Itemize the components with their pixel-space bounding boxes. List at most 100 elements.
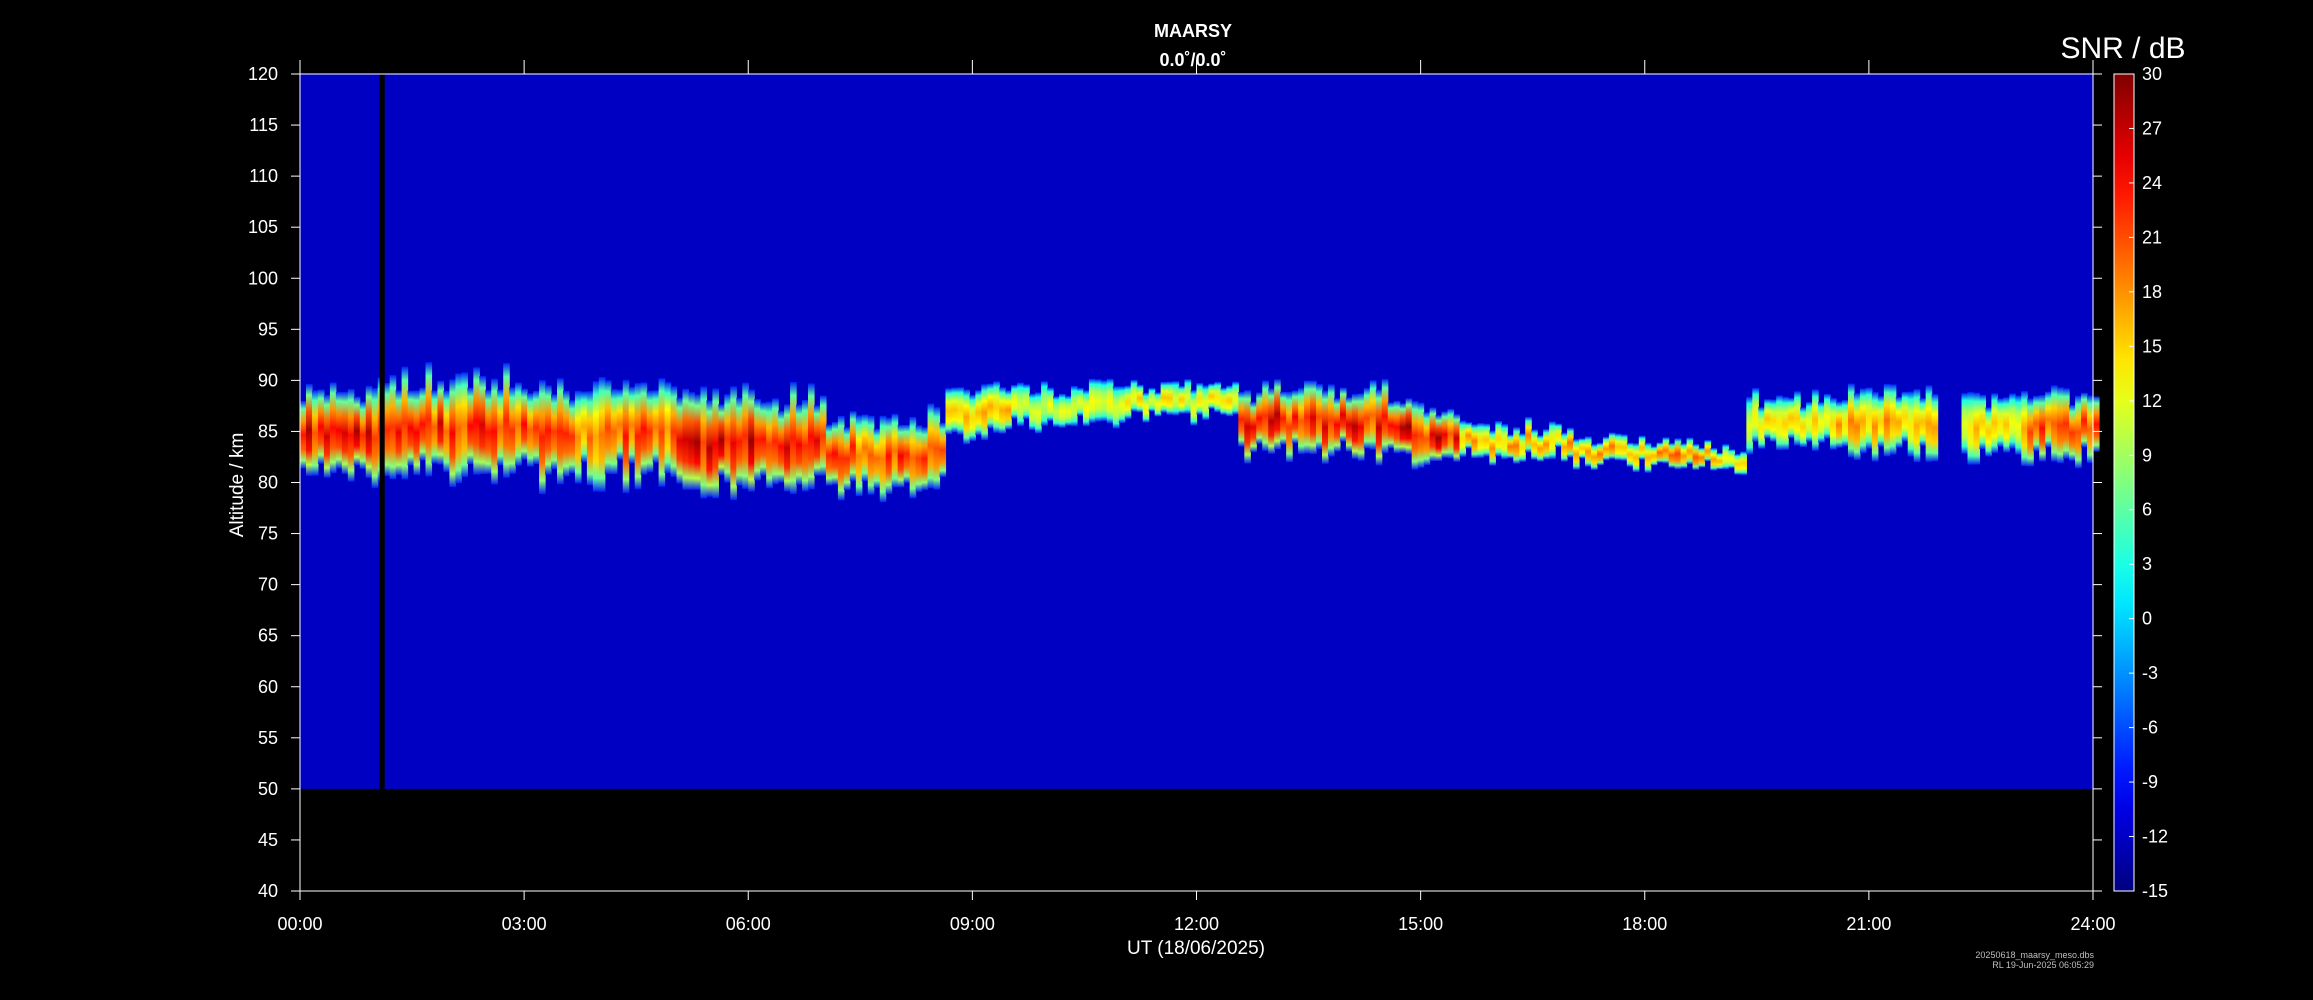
echo-column — [1925, 385, 1933, 462]
echo-column — [1567, 427, 1574, 458]
echo-column — [1883, 384, 1891, 457]
echo-column — [688, 392, 696, 490]
colorbar-tick-label: -6 — [2142, 718, 2158, 738]
echo-column — [706, 400, 713, 497]
echo-column — [1859, 388, 1867, 454]
echo-column — [347, 389, 355, 482]
echo-column — [1286, 391, 1293, 463]
echo-column — [1351, 394, 1359, 459]
echo-column — [2033, 395, 2040, 451]
echo-column — [1806, 401, 1813, 442]
echo-column — [323, 394, 331, 478]
echo-column — [1967, 392, 1975, 465]
echo-column — [1549, 421, 1556, 460]
echo-column — [1106, 378, 1114, 424]
echo-column — [616, 389, 624, 460]
y-tick-label: 90 — [258, 370, 278, 390]
echo-column — [1788, 398, 1795, 439]
echo-column — [1824, 394, 1831, 439]
heatmap — [300, 74, 2100, 789]
echo-column — [885, 417, 893, 494]
colorbar-tick-label: 18 — [2142, 282, 2162, 302]
echo-column — [395, 390, 403, 475]
echo-column — [539, 380, 546, 495]
echo-column — [772, 398, 779, 485]
echo-column — [461, 372, 468, 478]
echo-column — [730, 386, 737, 501]
echo-column — [628, 386, 636, 464]
echo-column — [1477, 423, 1484, 458]
echo-column — [1023, 384, 1030, 419]
echo-column — [1692, 443, 1700, 470]
echo-column — [1650, 446, 1658, 466]
echo-column — [670, 386, 678, 477]
echo-column — [527, 393, 534, 467]
echo-column — [365, 385, 373, 478]
echo-column — [1065, 395, 1072, 426]
x-tick-label: 18:00 — [1622, 914, 1667, 934]
echo-column — [317, 389, 325, 464]
echo-column — [1447, 408, 1455, 459]
y-tick-label: 70 — [258, 575, 278, 595]
echo-column — [1728, 449, 1735, 469]
colorbar-tick-label: -3 — [2142, 663, 2158, 683]
y-axis-label: Altitude / km — [227, 433, 248, 538]
echo-column — [1614, 433, 1622, 461]
colorbar-bar — [2113, 73, 2135, 892]
echo-column — [1345, 397, 1353, 452]
echo-column — [1555, 423, 1562, 447]
echo-column — [1973, 392, 1981, 465]
echo-column — [1997, 398, 2004, 447]
x-tick-label: 15:00 — [1398, 914, 1443, 934]
chart-subtitle: 0.0˚/0.0˚ — [1159, 50, 1226, 70]
echo-column — [1172, 381, 1180, 416]
echo-column — [1579, 438, 1586, 459]
echo-column — [1190, 390, 1198, 426]
echo-column — [1130, 379, 1138, 412]
echo-column — [1327, 384, 1335, 457]
echo-column — [1764, 399, 1771, 439]
echo-column — [1047, 387, 1054, 422]
echo-column — [1148, 387, 1156, 412]
echo-column — [455, 373, 462, 484]
echo-column — [784, 404, 791, 492]
y-tick-label: 75 — [258, 524, 278, 544]
echo-column — [1238, 391, 1245, 447]
colorbar-tick-label: 0 — [2142, 609, 2152, 629]
echo-column — [1698, 447, 1706, 468]
echo-column — [1985, 407, 1992, 457]
echo-column — [1656, 442, 1664, 463]
echo-column — [407, 390, 415, 466]
echo-column — [1333, 398, 1341, 452]
colorbar-tick-label: 15 — [2142, 336, 2162, 356]
echo-column — [1322, 390, 1329, 464]
y-tick-label: 45 — [258, 830, 278, 850]
echo-column — [1196, 382, 1204, 415]
echo-column — [574, 390, 582, 484]
echo-column — [1118, 386, 1126, 424]
echo-column — [1459, 420, 1467, 457]
echo-column — [491, 378, 498, 485]
echo-column — [1722, 444, 1730, 470]
echo-column — [957, 387, 965, 435]
echo-column — [1232, 381, 1239, 415]
echo-column — [1029, 393, 1036, 431]
echo-column — [1776, 395, 1783, 451]
echo-column — [1919, 398, 1927, 446]
echo-column — [353, 396, 361, 466]
echo-column — [1961, 393, 1969, 454]
colorbar-tick-label: 3 — [2142, 554, 2152, 574]
echo-column — [1847, 383, 1855, 458]
echo-column — [1465, 422, 1473, 449]
echo-column — [1794, 391, 1801, 446]
colorbar-tick-label: 21 — [2142, 227, 2162, 247]
echo-column — [425, 362, 433, 477]
echo-column — [1483, 423, 1490, 457]
echo-column — [1316, 384, 1323, 450]
echo-column — [2021, 391, 2028, 467]
echo-column — [831, 421, 839, 485]
colorbar-tick-label: 12 — [2142, 391, 2162, 411]
echo-column — [1489, 430, 1496, 466]
echo-column — [419, 387, 427, 461]
echo-column — [939, 422, 947, 478]
